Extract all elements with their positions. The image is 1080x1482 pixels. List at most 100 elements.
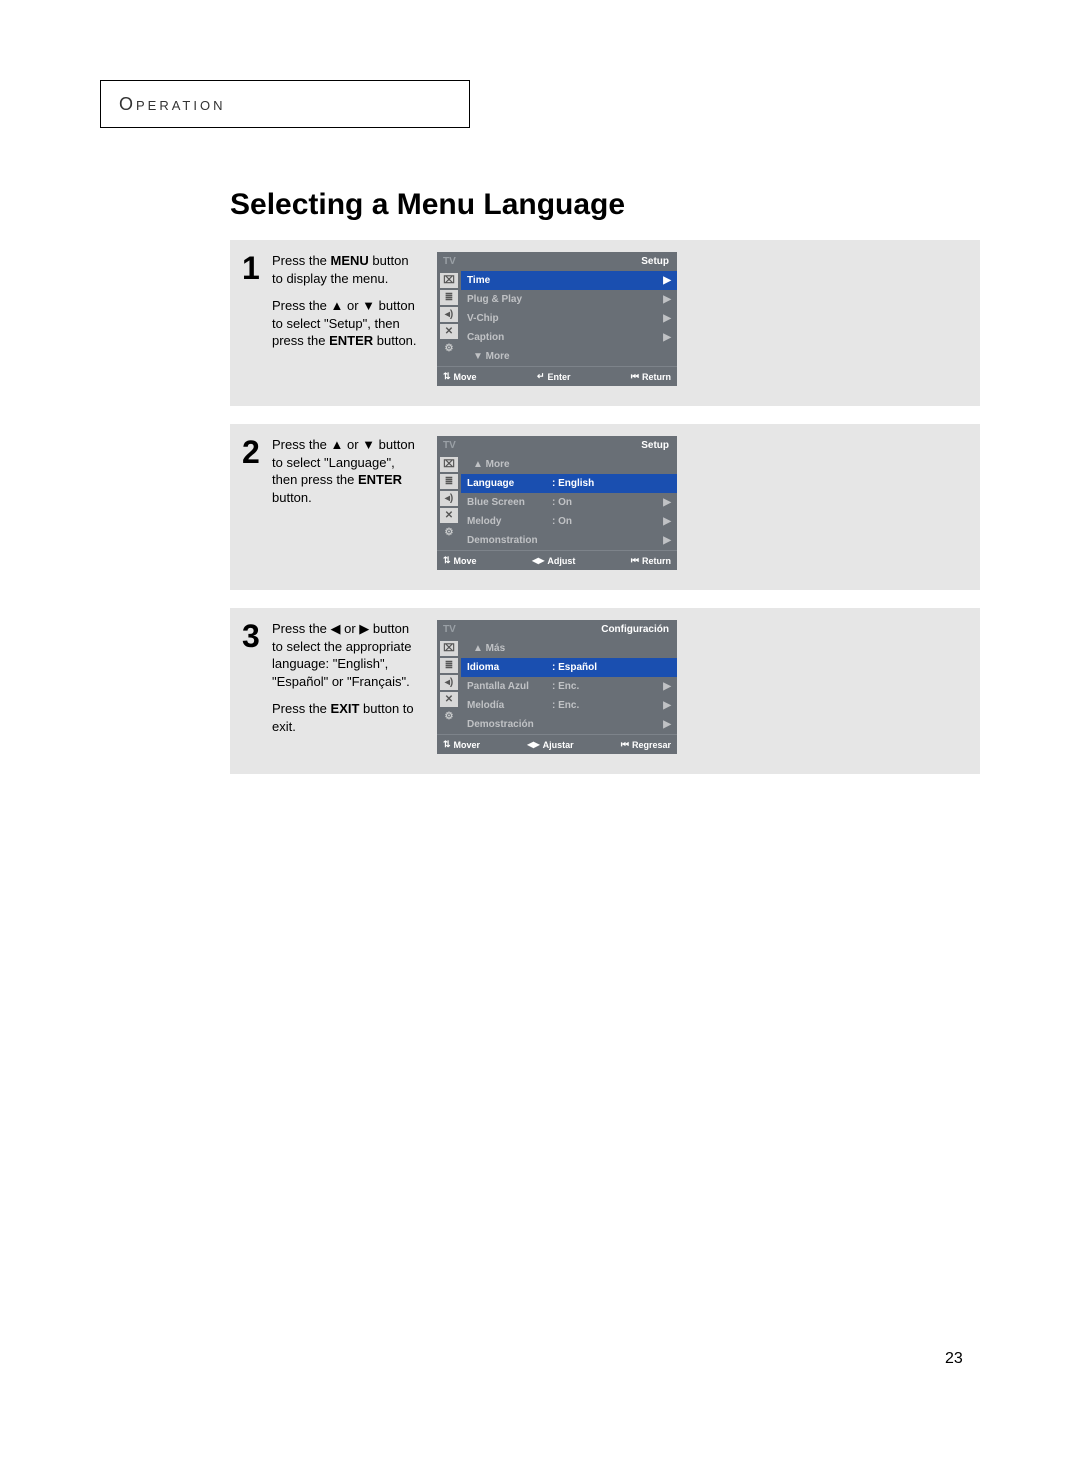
osd-row-value: : Enc.: [552, 700, 661, 711]
step-instructions: Press the ◀ or ▶ button to select the ap…: [272, 620, 417, 745]
move-hint: ⇅Move: [443, 555, 477, 566]
osd-row[interactable]: Melody : On ▶: [461, 512, 677, 531]
osd-icon-strip: ⌧ ≣ ◂) ✕ ⚙: [437, 271, 461, 366]
setup-icon: ⚙: [440, 341, 458, 356]
chevron-right-icon: ▶: [661, 275, 671, 286]
adjust-hint: ◀▶Adjust: [532, 555, 575, 566]
step-instructions: Press the MENU button to display the men…: [272, 252, 417, 360]
osd-row[interactable]: Time ▶: [461, 271, 677, 290]
picture-icon: ⌧: [440, 641, 458, 656]
osd-row-label: Plug & Play: [467, 294, 552, 305]
step-block: 3 Press the ◀ or ▶ button to select the …: [230, 608, 980, 774]
osd-row[interactable]: V-Chip ▶: [461, 309, 677, 328]
osd-row[interactable]: Blue Screen : On ▶: [461, 493, 677, 512]
osd-menu: TV Setup ⌧ ≣ ◂) ✕ ⚙ Time ▶: [437, 252, 677, 386]
pc-icon: ✕: [440, 508, 458, 523]
osd-menu: TV Configuración ⌧ ≣ ◂) ✕ ⚙ ▲ Más Idioma: [437, 620, 677, 754]
step-number: 1: [242, 252, 272, 284]
step-block: 2 Press the ▲ or ▼ button to select "Lan…: [230, 424, 980, 590]
text: button.: [272, 490, 312, 505]
move-hint: ⇅Mover: [443, 739, 480, 750]
osd-row-label: Melody: [467, 516, 552, 527]
pc-icon: ✕: [440, 324, 458, 339]
chevron-right-icon: ▶: [661, 497, 671, 508]
osd-list: ▲ More Language : English Blue Screen : …: [461, 455, 677, 550]
osd-icon-strip: ⌧ ≣ ◂) ✕ ⚙: [437, 639, 461, 734]
osd-row-label: ▲ Más: [467, 643, 558, 654]
enter-button-ref: ENTER: [329, 333, 373, 348]
up-down-icon: ⇅: [443, 555, 451, 566]
step-number: 2: [242, 436, 272, 468]
osd-menu: TV Setup ⌧ ≣ ◂) ✕ ⚙ ▲ More Language: [437, 436, 677, 570]
osd-row[interactable]: Plug & Play ▶: [461, 290, 677, 309]
return-hint: ⏮Regresar: [621, 739, 671, 750]
text: Press the: [272, 253, 331, 268]
osd-icon-strip: ⌧ ≣ ◂) ✕ ⚙: [437, 455, 461, 550]
step-number: 3: [242, 620, 272, 652]
exit-button-ref: EXIT: [331, 701, 360, 716]
osd-row[interactable]: Demonstration ▶: [461, 531, 677, 550]
left-right-icon: ◀▶: [532, 556, 544, 565]
page-number: 23: [945, 1350, 963, 1368]
osd-row-label: Blue Screen: [467, 497, 552, 508]
chevron-right-icon: ▶: [661, 313, 671, 324]
chevron-right-icon: ▶: [661, 719, 671, 730]
osd-row-more[interactable]: ▼ More: [461, 347, 677, 366]
osd-row[interactable]: Caption ▶: [461, 328, 677, 347]
step-instructions: Press the ▲ or ▼ button to select "Langu…: [272, 436, 417, 516]
osd-row-label: Melodía: [467, 700, 552, 711]
osd-row[interactable]: Demostración ▶: [461, 715, 677, 734]
osd-tv-label: TV: [443, 440, 456, 451]
osd-list: ▲ Más Idioma : Español Pantalla Azul : E…: [461, 639, 677, 734]
chevron-right-icon: ▶: [661, 681, 671, 692]
osd-row-label: Pantalla Azul: [467, 681, 552, 692]
up-down-icon: ⇅: [443, 739, 451, 750]
picture-icon: ⌧: [440, 457, 458, 472]
osd-row[interactable]: Melodía : Enc. ▶: [461, 696, 677, 715]
osd-row-label: Demonstration: [467, 535, 552, 546]
return-icon: ⏮: [631, 555, 639, 566]
channel-icon: ◂): [440, 491, 458, 506]
osd-row[interactable]: Language : English: [461, 474, 677, 493]
osd-footer: ⇅Move ◀▶Adjust ⏮Return: [437, 550, 677, 570]
osd-list: Time ▶ Plug & Play ▶ V-Chip ▶: [461, 271, 677, 366]
osd-row-label: ▼ More: [467, 351, 558, 362]
osd-row-label: Caption: [467, 332, 552, 343]
osd-row[interactable]: Pantalla Azul : Enc. ▶: [461, 677, 677, 696]
pc-icon: ✕: [440, 692, 458, 707]
menu-button-ref: MENU: [331, 253, 369, 268]
chevron-right-icon: ▶: [661, 700, 671, 711]
osd-row-more[interactable]: ▲ Más: [461, 639, 677, 658]
osd-footer: ⇅Mover ◀▶Ajustar ⏮Regresar: [437, 734, 677, 754]
move-hint: ⇅Move: [443, 371, 477, 382]
osd-row-value: : English: [552, 478, 661, 489]
return-hint: ⏮Return: [631, 555, 671, 566]
chevron-right-icon: ▶: [661, 516, 671, 527]
osd-section-title: Setup: [641, 440, 669, 451]
osd-row-label: Demostración: [467, 719, 552, 730]
setup-icon: ⚙: [440, 525, 458, 540]
osd-row-value: : Enc.: [552, 681, 661, 692]
chevron-right-icon: ▶: [661, 294, 671, 305]
osd-row-more[interactable]: ▲ More: [461, 455, 677, 474]
osd-section-title: Configuración: [601, 624, 669, 635]
osd-row-label: Time: [467, 275, 552, 286]
section-header-operation: Operation: [100, 80, 470, 128]
enter-icon: ↵: [537, 371, 545, 382]
text: Press the ◀ or ▶ button to select the ap…: [272, 621, 411, 689]
return-hint: ⏮Return: [631, 371, 671, 382]
setup-icon: ⚙: [440, 709, 458, 724]
osd-row-label: V-Chip: [467, 313, 552, 324]
osd-row-value: : On: [552, 497, 661, 508]
up-down-icon: ⇅: [443, 371, 451, 382]
adjust-hint: ◀▶Ajustar: [527, 739, 573, 750]
osd-row-label: Idioma: [467, 662, 552, 673]
osd-row-value: : Español: [552, 662, 661, 673]
picture-icon: ⌧: [440, 273, 458, 288]
sound-icon: ≣: [440, 290, 458, 305]
enter-button-ref: ENTER: [358, 472, 402, 487]
text: button.: [373, 333, 416, 348]
text: Press the: [272, 701, 331, 716]
osd-row-value: : On: [552, 516, 661, 527]
osd-row[interactable]: Idioma : Español: [461, 658, 677, 677]
